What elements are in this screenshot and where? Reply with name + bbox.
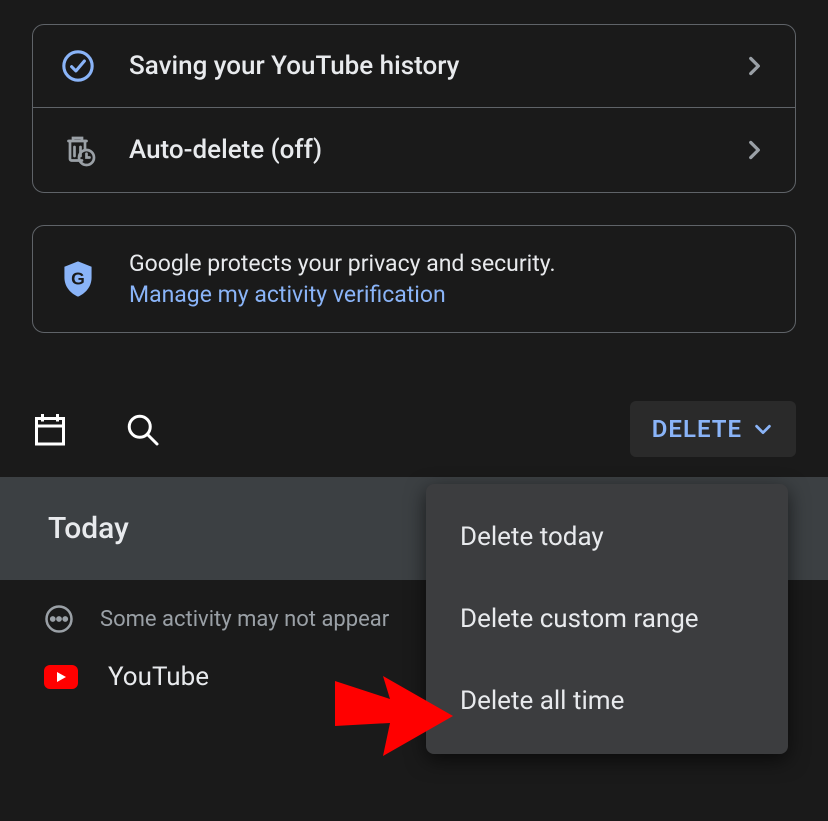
delete-button[interactable]: DELETE (630, 401, 796, 457)
history-settings-card: Saving your YouTube history Auto (32, 24, 796, 193)
check-circle-icon (61, 49, 101, 83)
shield-icon: G (61, 260, 101, 298)
activity-toolbar: DELETE (0, 365, 828, 477)
delete-custom-range-option[interactable]: Delete custom range (426, 578, 788, 660)
delete-dropdown: Delete today Delete custom range Delete … (426, 484, 788, 754)
more-horizontal-icon[interactable] (44, 604, 74, 634)
auto-delete-label: Auto-delete (off) (129, 135, 741, 165)
delete-all-time-option[interactable]: Delete all time (426, 660, 788, 742)
search-icon[interactable] (124, 411, 160, 447)
youtube-icon (44, 665, 78, 689)
svg-text:G: G (71, 268, 85, 288)
auto-delete-icon (61, 132, 101, 168)
activity-app-name: YouTube (108, 662, 209, 692)
auto-delete-row[interactable]: Auto-delete (off) (33, 107, 795, 192)
privacy-row: G Google protects your privacy and secur… (33, 226, 795, 332)
delete-button-label: DELETE (652, 415, 742, 443)
delete-today-option[interactable]: Delete today (426, 496, 788, 578)
saving-history-label: Saving your YouTube history (129, 51, 741, 81)
manage-verification-link[interactable]: Manage my activity verification (129, 281, 767, 308)
chevron-right-icon (741, 137, 767, 163)
calendar-icon[interactable] (32, 411, 68, 447)
privacy-text: Google protects your privacy and securit… (129, 250, 767, 277)
privacy-card: G Google protects your privacy and secur… (32, 225, 796, 333)
chevron-right-icon (741, 53, 767, 79)
saving-history-row[interactable]: Saving your YouTube history (33, 25, 795, 107)
activity-notice-text: Some activity may not appear (100, 607, 389, 632)
chevron-down-icon (752, 418, 774, 440)
